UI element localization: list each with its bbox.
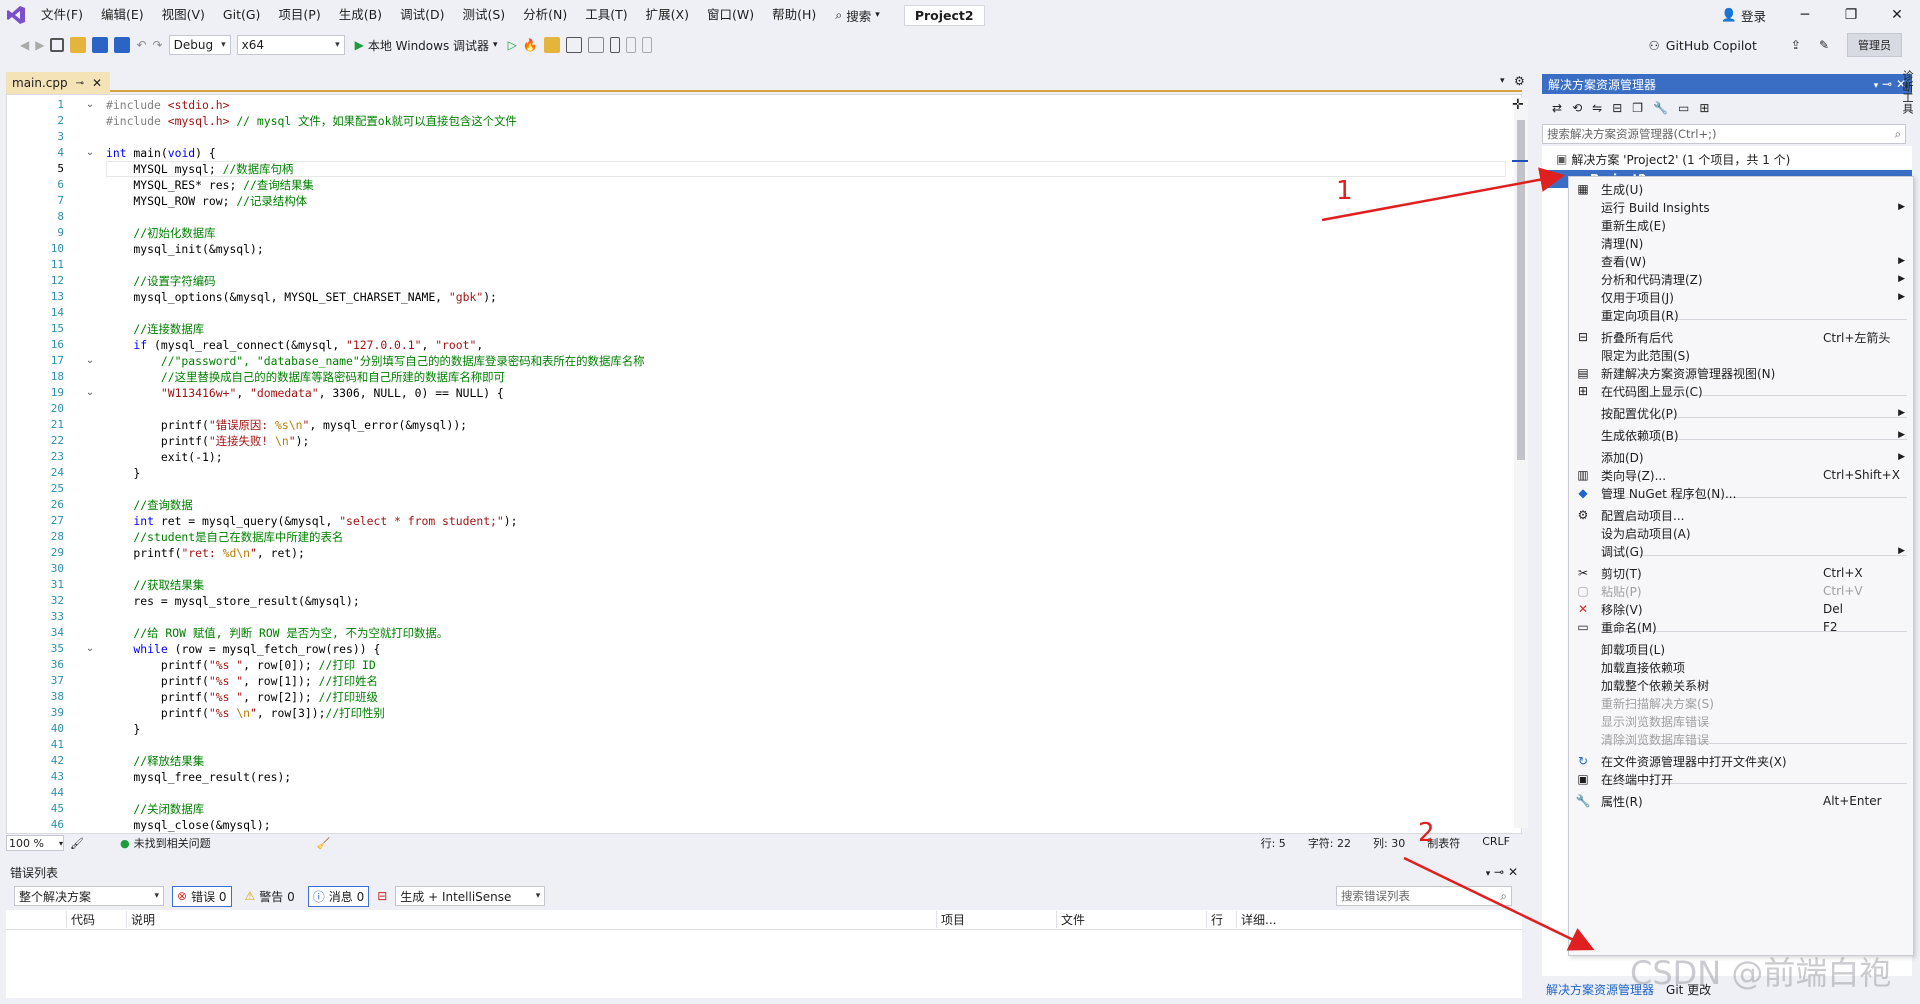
vs-window: 文件(F) 编辑(E) 视图(V) Git(G) 项目(P) 生成(B) 调试(D) 测试(S… <box>0 0 1920 1004</box>
watermark: CSDN @前端白袍 <box>1630 954 1892 992</box>
annotation-overlay <box>1321 167 1595 951</box>
annotation-arrow-1 <box>1321 167 1565 222</box>
annotation-label-2: 2 <box>1418 818 1435 848</box>
annotation-arrow-2 <box>1403 856 1595 951</box>
annotation-label-1: 1 <box>1336 176 1353 206</box>
